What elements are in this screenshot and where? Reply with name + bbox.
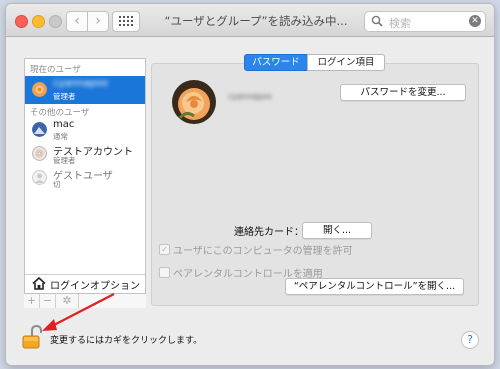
annotation-arrow-icon <box>42 293 115 331</box>
preferences-window: ‹ › “ユーザとグループ”を読み込み中... 検索 ✕ 現在のユーザ cyan… <box>6 4 494 365</box>
